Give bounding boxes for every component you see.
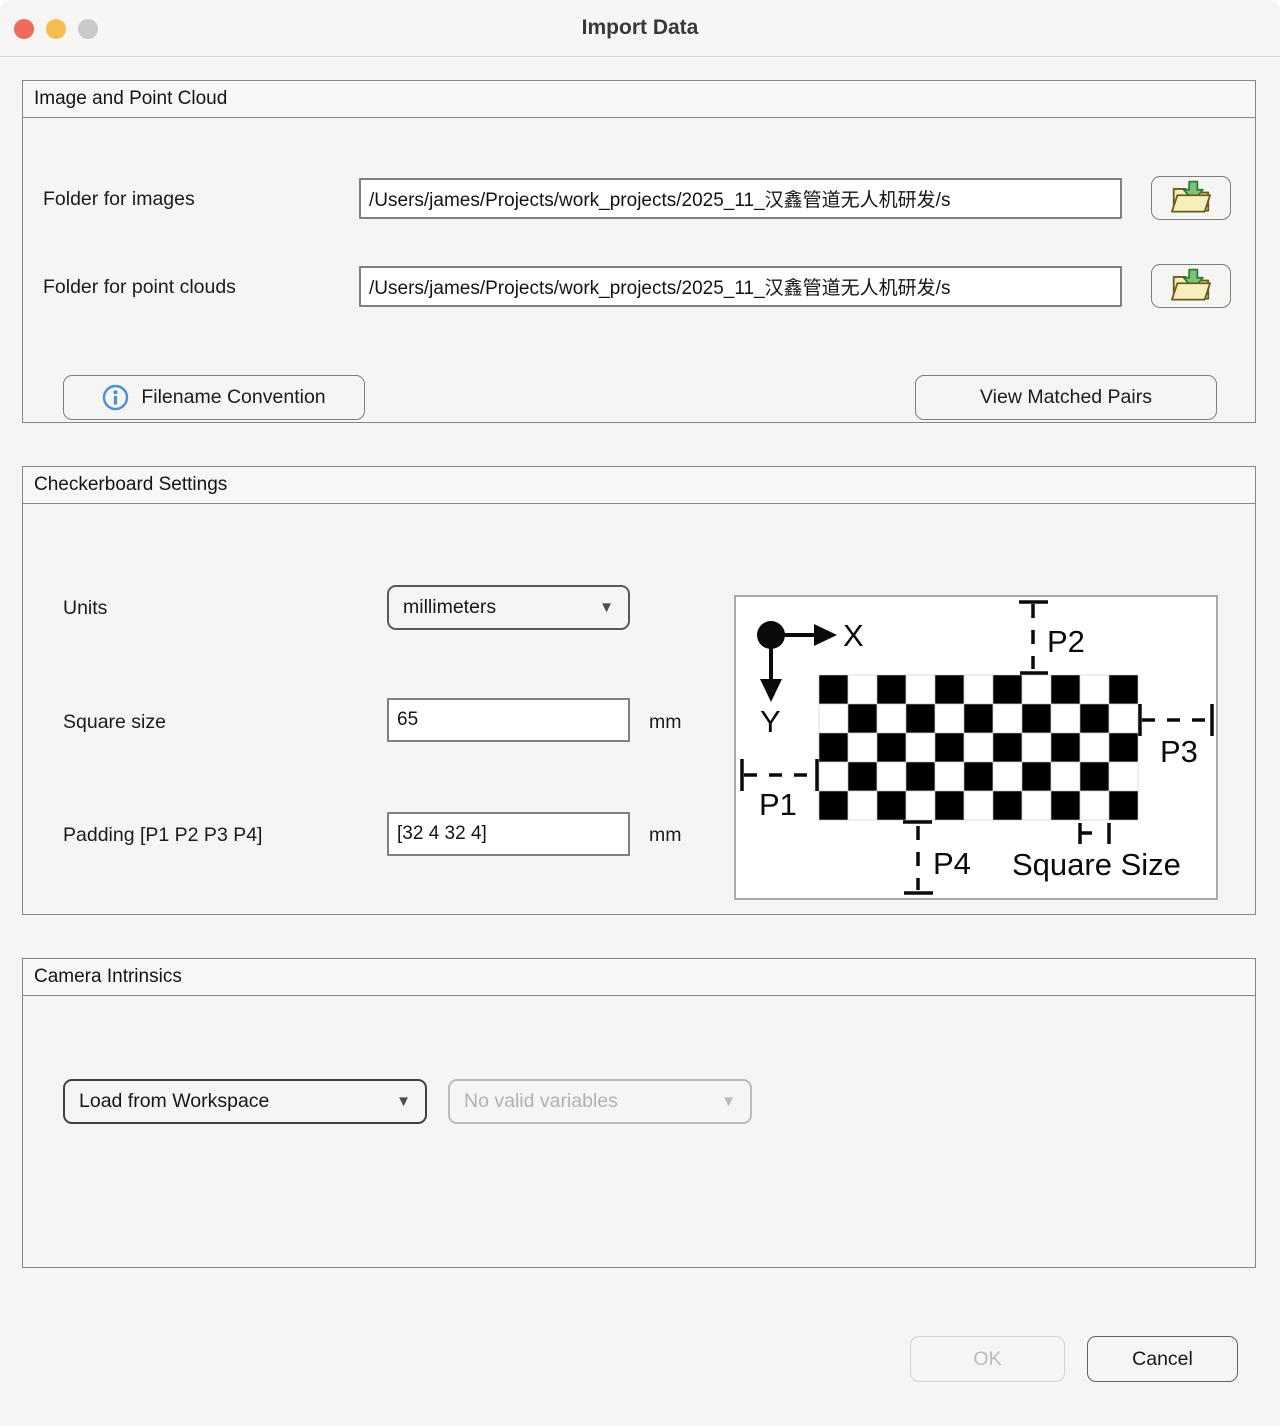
open-folder-icon: [1167, 178, 1215, 218]
intrinsics-variables-dropdown: No valid variables ▼: [448, 1079, 752, 1124]
browse-images-button[interactable]: [1151, 176, 1231, 220]
filename-convention-label: Filename Convention: [141, 386, 325, 409]
padding-unit: mm: [649, 824, 682, 847]
view-matched-pairs-label: View Matched Pairs: [980, 386, 1152, 409]
open-folder-icon: [1167, 266, 1215, 306]
chevron-down-icon: ▼: [599, 599, 614, 616]
square-size-caption: Square Size: [1012, 847, 1181, 882]
checkerboard-diagram: X Y P2 P3: [734, 595, 1218, 900]
info-icon: [102, 384, 129, 411]
folder-images-input[interactable]: [359, 178, 1122, 219]
square-size-input[interactable]: [387, 698, 630, 742]
padding-label: Padding [P1 P2 P3 P4]: [63, 824, 262, 847]
x-axis-label: X: [843, 618, 864, 653]
section-title-image-point-cloud: Image and Point Cloud: [23, 81, 1255, 118]
p1-label: P1: [759, 787, 797, 822]
intrinsics-variables-value: No valid variables: [464, 1090, 618, 1113]
section-camera-intrinsics: Camera Intrinsics Load from Workspace ▼ …: [22, 958, 1256, 1268]
section-checkerboard-settings: Checkerboard Settings Units millimeters …: [22, 466, 1256, 915]
square-size-label: Square size: [63, 711, 166, 734]
folder-images-label: Folder for images: [43, 188, 195, 211]
checkerboard-diagram-svg: X Y P2 P3: [736, 597, 1216, 898]
section-image-point-cloud: Image and Point Cloud Folder for images …: [22, 80, 1256, 423]
title-bar: Import Data: [0, 0, 1280, 57]
units-label: Units: [63, 597, 107, 620]
y-axis-label: Y: [760, 704, 781, 739]
filename-convention-button[interactable]: Filename Convention: [63, 375, 365, 420]
cancel-button-label: Cancel: [1132, 1348, 1193, 1371]
p4-label: P4: [933, 846, 971, 881]
import-data-dialog: Import Data Image and Point Cloud Folder…: [0, 0, 1280, 1426]
units-value: millimeters: [403, 596, 496, 619]
x-axis-arrow-icon: [814, 624, 837, 646]
view-matched-pairs-button[interactable]: View Matched Pairs: [915, 375, 1217, 420]
padding-input[interactable]: [387, 812, 630, 856]
intrinsics-source-dropdown[interactable]: Load from Workspace ▼: [63, 1079, 427, 1124]
section-title-checkerboard: Checkerboard Settings: [23, 467, 1255, 504]
cancel-button[interactable]: Cancel: [1087, 1336, 1238, 1382]
ok-button-label: OK: [973, 1348, 1001, 1371]
chevron-down-icon: ▼: [396, 1093, 411, 1110]
chevron-down-icon: ▼: [721, 1093, 736, 1110]
units-dropdown[interactable]: millimeters ▼: [387, 585, 630, 630]
folder-pointclouds-label: Folder for point clouds: [43, 276, 236, 299]
p3-label: P3: [1160, 734, 1198, 769]
window-title: Import Data: [0, 0, 1280, 56]
ok-button: OK: [910, 1336, 1065, 1382]
p2-label: P2: [1047, 624, 1085, 659]
section-title-camera-intrinsics: Camera Intrinsics: [23, 959, 1255, 996]
folder-pointclouds-input[interactable]: [359, 266, 1122, 307]
checkerboard-squares: [819, 675, 1138, 820]
intrinsics-source-value: Load from Workspace: [79, 1090, 269, 1113]
browse-pointclouds-button[interactable]: [1151, 264, 1231, 308]
square-size-unit: mm: [649, 711, 682, 734]
y-axis-arrow-icon: [760, 679, 782, 702]
